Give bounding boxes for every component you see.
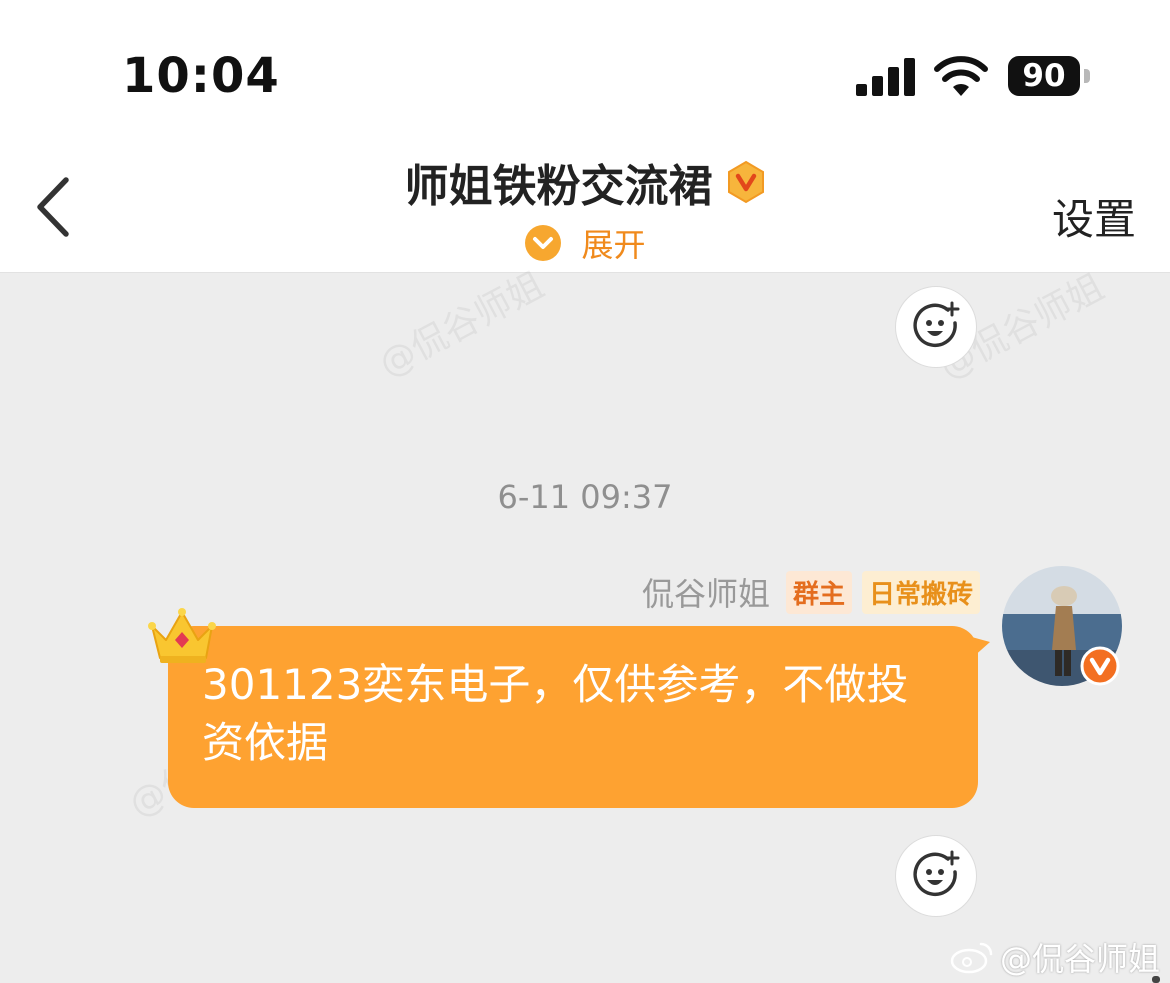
sender-name[interactable]: 侃谷师姐 (642, 569, 770, 615)
expand-label: 展开 (581, 226, 646, 264)
role-badge: 日常搬砖 (861, 570, 980, 614)
watermark: @侃谷师姐 (372, 264, 551, 386)
scrollbar-indicator (1152, 976, 1160, 983)
crown-icon (148, 608, 216, 663)
status-bar: 10:04 90 (0, 0, 1170, 130)
chevron-down-icon (525, 225, 562, 261)
chat-header: 师姐铁粉交流裙 展开 设置 (0, 130, 1170, 273)
weibo-watermark-text: @侃谷师姐 (999, 940, 1160, 978)
group-title-row: 师姐铁粉交流裙 (0, 150, 1170, 214)
emoji-add-icon (913, 301, 960, 348)
add-reaction-button[interactable] (895, 286, 977, 368)
bubble-tail (968, 636, 990, 658)
battery-icon: 90 (1008, 56, 1092, 98)
weibo-icon (950, 942, 993, 974)
verified-v-icon (1080, 646, 1120, 686)
emoji-add-icon (913, 850, 960, 897)
cellular-signal-icon (856, 58, 915, 96)
add-reaction-button[interactable] (895, 835, 977, 917)
group-title: 师姐铁粉交流裙 (404, 161, 713, 212)
wifi-icon (934, 56, 988, 96)
owner-badge: 群主 (785, 570, 852, 614)
status-time: 10:04 (122, 48, 280, 104)
message-text: 301123奕东电子，仅供参考，不做投资依据 (202, 660, 909, 767)
weibo-watermark: @侃谷师姐 (950, 934, 1160, 980)
message-timestamp: 6-11 09:37 (497, 478, 673, 516)
battery-level: 90 (1008, 56, 1080, 96)
settings-button[interactable]: 设置 (1052, 186, 1136, 247)
verified-v-icon (727, 160, 764, 204)
message-bubble[interactable]: 301123奕东电子，仅供参考，不做投资依据 (168, 626, 978, 808)
expand-toggle[interactable]: 展开 (0, 220, 1170, 266)
sender-info: 侃谷师姐 群主 日常搬砖 (642, 569, 980, 615)
